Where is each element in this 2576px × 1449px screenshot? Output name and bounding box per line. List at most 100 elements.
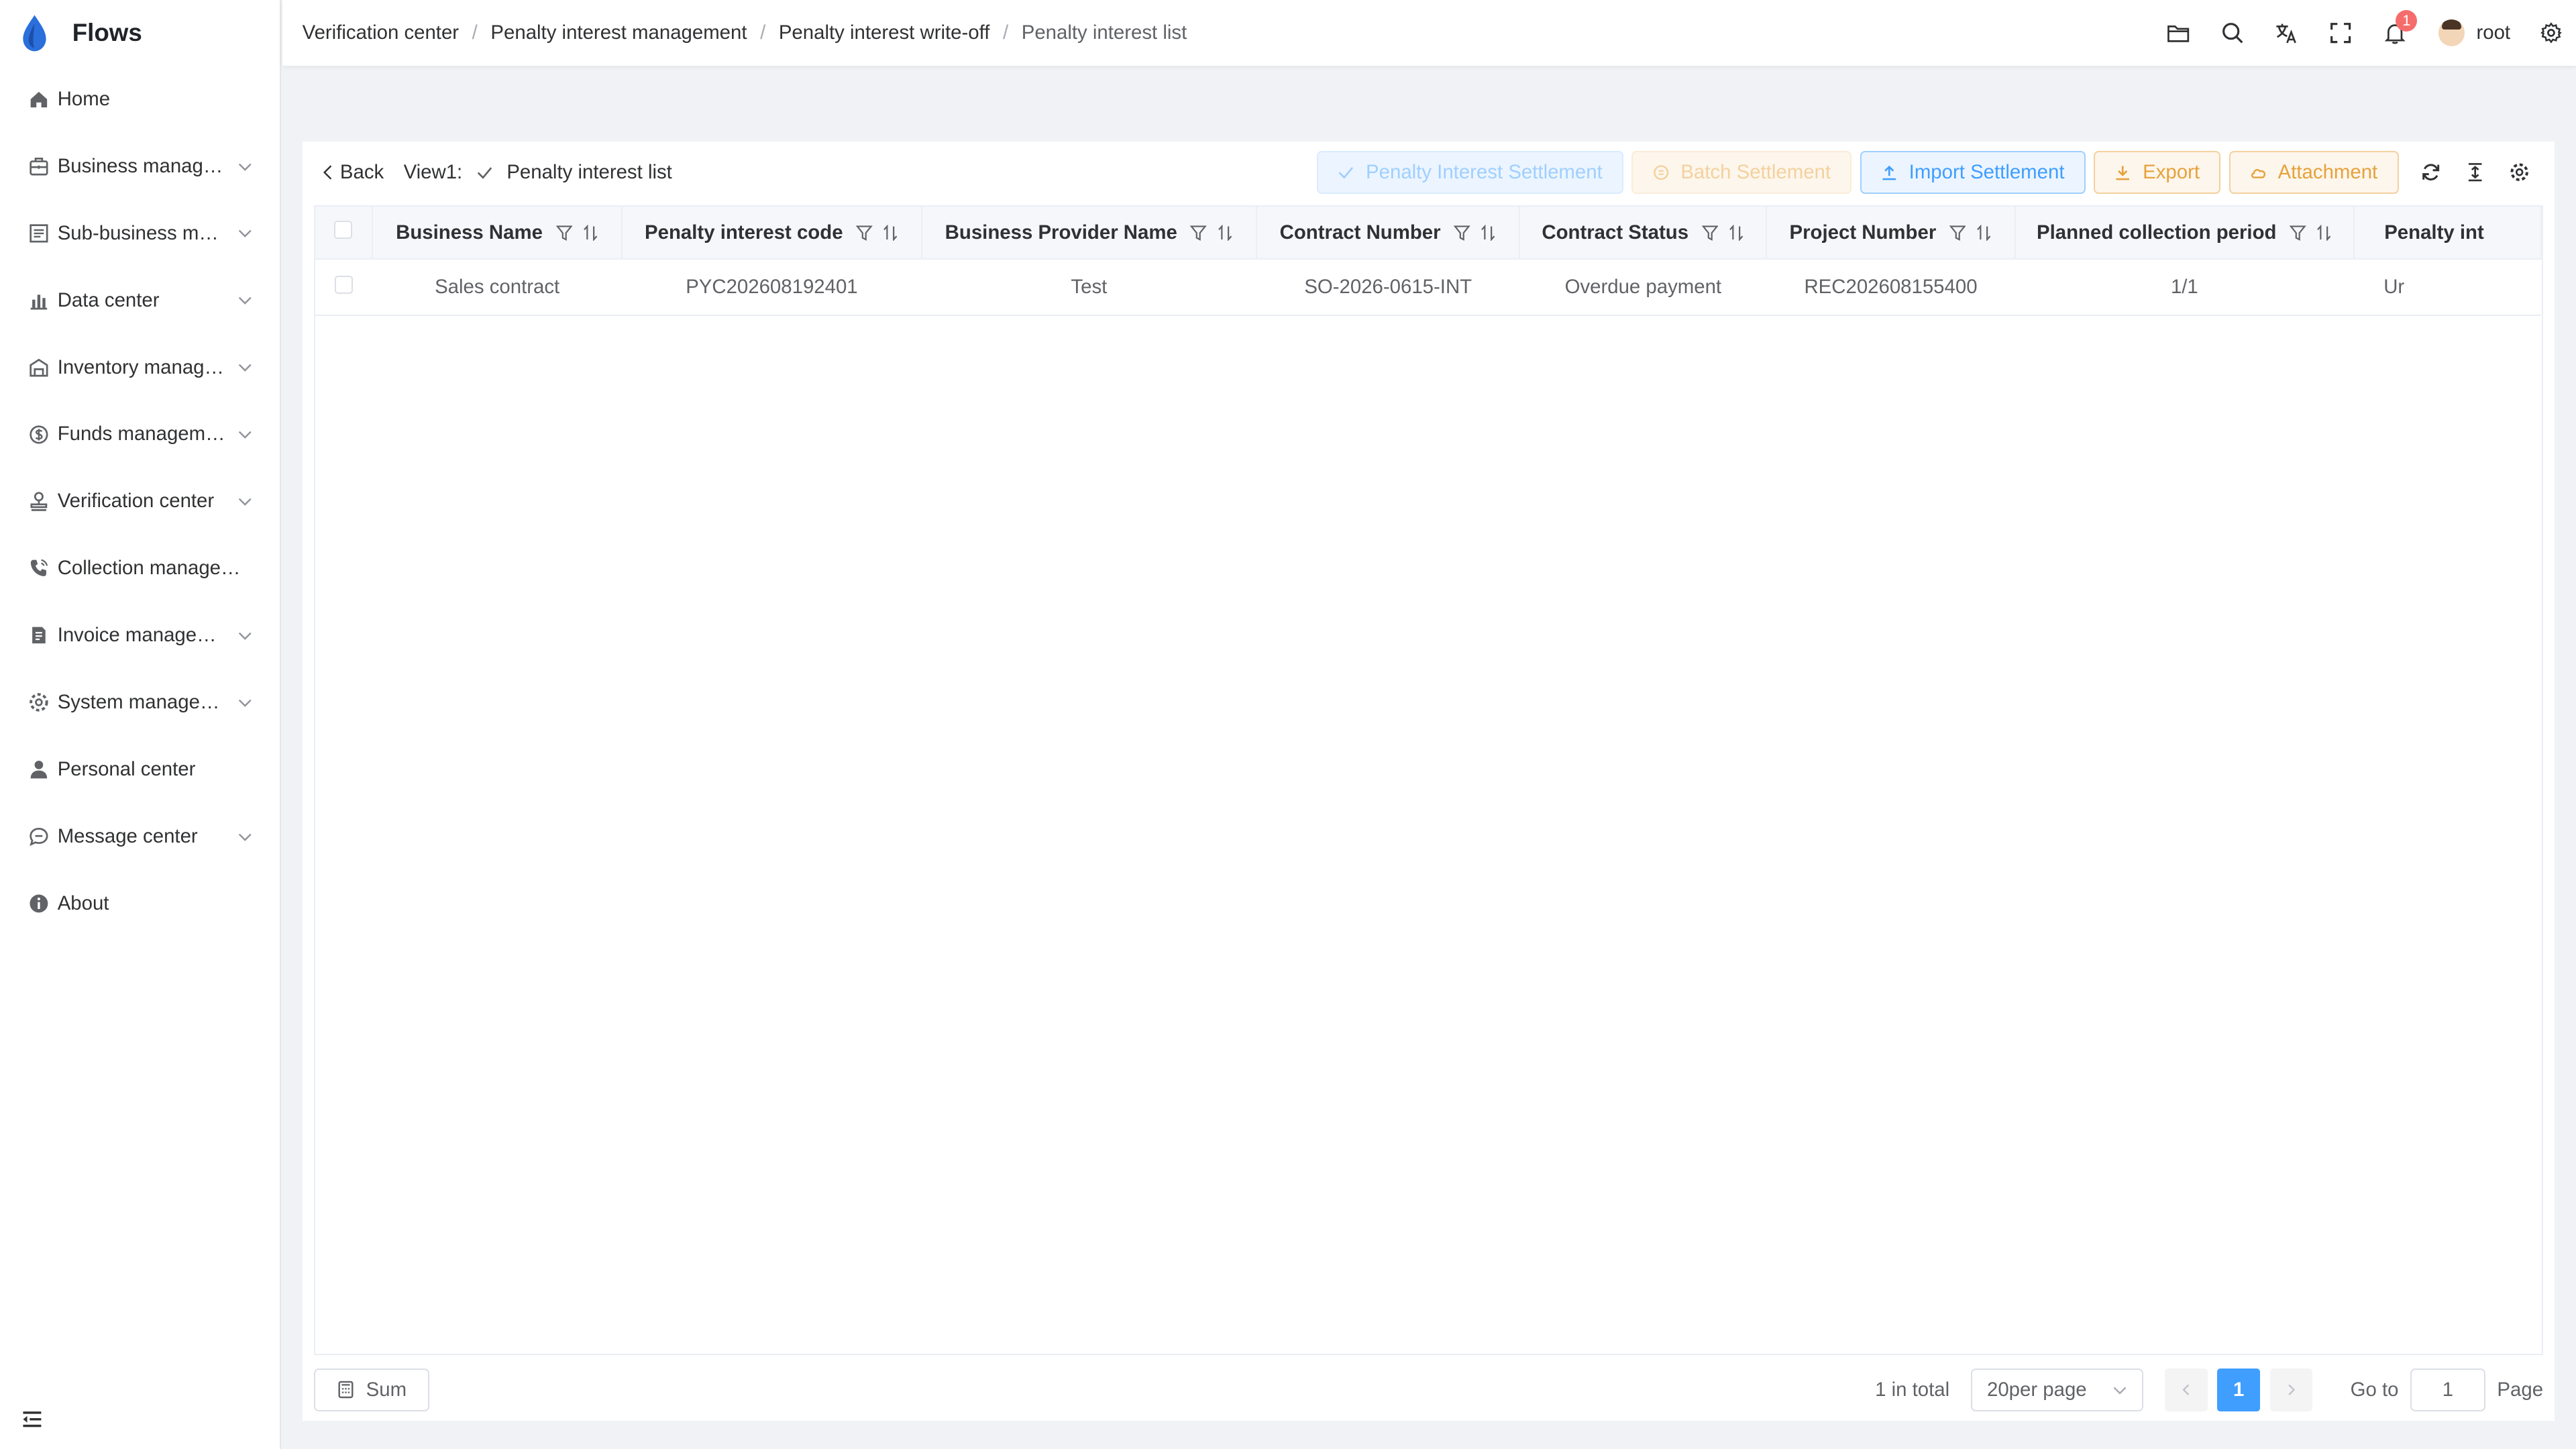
user-menu[interactable]: root <box>2438 19 2510 46</box>
view-selector[interactable]: Penalty interest list <box>506 161 672 184</box>
next-page-button[interactable] <box>2269 1368 2313 1411</box>
folder-button[interactable] <box>2151 0 2206 66</box>
filter-icon[interactable] <box>1454 225 1470 241</box>
goto-page-input[interactable]: 1 <box>2410 1368 2486 1411</box>
breadcrumb-item[interactable]: Verification center <box>303 21 460 44</box>
column-header[interactable]: Penalty interest code <box>622 207 922 260</box>
notification-button[interactable]: 1 <box>2368 0 2422 66</box>
sidebar-item-data-center[interactable]: Data center <box>0 267 280 334</box>
download-icon <box>2116 166 2130 180</box>
sort-icon[interactable] <box>882 224 898 241</box>
column-header[interactable]: Planned collection period <box>2015 207 2355 260</box>
table-row[interactable]: Sales contract PYC202608192401 Test SO-2026… <box>315 259 2542 316</box>
table-cell: Overdue payment <box>1519 259 1767 316</box>
app-logo[interactable]: Flows <box>0 0 280 66</box>
page-size-value: 20per page <box>1987 1378 2087 1401</box>
density-button[interactable] <box>2453 151 2497 194</box>
chevron-down-icon <box>238 431 252 439</box>
page-label: Page <box>2497 1378 2544 1401</box>
sidebar-item-funds-management[interactable]: Funds management <box>0 400 280 468</box>
column-header-label: Penalty interest code <box>645 221 843 244</box>
column-header[interactable]: Penalty int <box>2354 207 2542 260</box>
content-card: Back View1: Penalty interest list Penalt… <box>302 141 2555 1421</box>
row-checkbox[interactable] <box>334 275 353 294</box>
column-header[interactable]: Contract Status <box>1519 207 1768 260</box>
batch-settlement-button[interactable]: Batch Settlement <box>1631 151 1852 194</box>
briefcase-icon <box>28 156 50 177</box>
breadcrumb-item[interactable]: Penalty interest management <box>490 21 747 44</box>
column-header-label: Business Provider Name <box>945 221 1177 244</box>
sidebar-item-invoice-management[interactable]: Invoice management <box>0 602 280 669</box>
document-icon <box>28 223 50 244</box>
table-cell: PYC202608192401 <box>622 259 922 316</box>
back-button[interactable]: Back <box>315 161 384 184</box>
prev-page-button[interactable] <box>2164 1368 2208 1411</box>
sort-icon[interactable] <box>1976 224 1992 241</box>
column-header-label: Project Number <box>1789 221 1937 244</box>
button-label: Penalty Interest Settlement <box>1366 161 1603 184</box>
column-header[interactable]: Business Provider Name <box>921 207 1258 260</box>
upload-icon <box>1882 165 1896 180</box>
sidebar-item-inventory-management[interactable]: Inventory management <box>0 334 280 401</box>
sort-icon[interactable] <box>2316 224 2332 241</box>
page-number-active[interactable]: 1 <box>2217 1368 2260 1411</box>
sort-icon[interactable] <box>1217 224 1233 241</box>
chevron-down-icon <box>2113 1387 2127 1395</box>
coin-icon <box>1653 165 1668 180</box>
penalty-interest-settlement-button[interactable]: Penalty Interest Settlement <box>1317 151 1624 194</box>
sidebar-item-business-management[interactable]: Business management <box>0 133 280 200</box>
sidebar-item-label: Funds management <box>57 423 227 445</box>
column-header[interactable]: Project Number <box>1766 207 2016 260</box>
sidebar-item-system-management[interactable]: System management <box>0 669 280 736</box>
sort-icon[interactable] <box>1480 224 1496 241</box>
info-icon <box>28 893 50 914</box>
select-all-checkbox[interactable] <box>334 221 353 239</box>
fullscreen-button[interactable] <box>2314 0 2368 66</box>
table-cell: Sales contract <box>372 259 623 316</box>
filter-icon[interactable] <box>1701 225 1719 241</box>
filter-icon[interactable] <box>555 225 572 241</box>
attachment-button[interactable]: Attachment <box>2229 151 2399 194</box>
sort-icon[interactable] <box>1728 224 1744 241</box>
invoice-icon <box>28 625 50 646</box>
page-size-select[interactable]: 20per page <box>1970 1368 2144 1411</box>
row-select-cell <box>315 259 373 316</box>
import-settlement-button[interactable]: Import Settlement <box>1860 151 2086 194</box>
bar-chart-icon <box>28 290 50 311</box>
filter-icon[interactable] <box>1190 225 1207 241</box>
language-button[interactable] <box>2259 0 2314 66</box>
column-height-icon <box>2468 163 2482 182</box>
search-button[interactable] <box>2205 0 2259 66</box>
sidebar-item-label: Data center <box>57 288 160 311</box>
sort-icon[interactable] <box>582 224 598 241</box>
sidebar-item-label: Verification center <box>57 490 215 513</box>
goto-label: Go to <box>2350 1378 2399 1401</box>
sidebar-item-label: Personal center <box>57 757 196 780</box>
export-button[interactable]: Export <box>2094 151 2221 194</box>
breadcrumb-item[interactable]: Penalty interest write-off <box>779 21 990 44</box>
filter-icon[interactable] <box>1949 225 1966 241</box>
chevron-down-icon <box>238 297 252 305</box>
sidebar-item-about[interactable]: About <box>0 870 280 937</box>
refresh-button[interactable] <box>2408 151 2453 194</box>
column-header[interactable]: Contract Number <box>1256 207 1521 260</box>
table-header-row: Business Name Penalty interest code Busine… <box>315 207 2542 260</box>
column-header[interactable]: Business Name <box>372 207 623 260</box>
sidebar-item-sub-business-management[interactable]: Sub-business management <box>0 200 280 267</box>
sidebar-item-message-center[interactable]: Message center <box>0 803 280 870</box>
filter-icon[interactable] <box>856 225 873 241</box>
fullscreen-icon <box>2330 22 2351 44</box>
sidebar-item-home[interactable]: Home <box>0 66 280 133</box>
sum-label: Sum <box>366 1378 407 1401</box>
sidebar-item-label: System management <box>57 691 227 714</box>
sidebar-item-personal-center[interactable]: Personal center <box>0 736 280 803</box>
menu-fold-icon[interactable] <box>21 1409 43 1429</box>
filter-icon[interactable] <box>2290 225 2306 241</box>
pagination: 1 in total 20per page 1 Go to 1 Page <box>1875 1368 2543 1411</box>
settings-button[interactable] <box>2527 0 2576 66</box>
sidebar-item-verification-center[interactable]: Verification center <box>0 468 280 535</box>
column-header-label: Contract Status <box>1542 221 1689 244</box>
column-settings-button[interactable] <box>2498 151 2542 194</box>
sum-button[interactable]: Sum <box>313 1368 429 1411</box>
sidebar-item-collection-management[interactable]: Collection management <box>0 535 280 602</box>
